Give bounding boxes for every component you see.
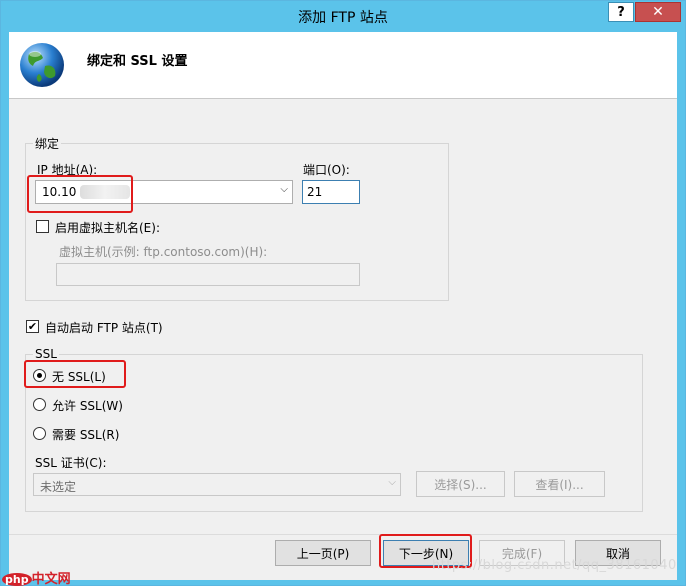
page-title: 绑定和 SSL 设置	[87, 54, 188, 69]
view-certificate-button[interactable]: 查看(I)...	[514, 471, 605, 497]
port-input[interactable]: 21	[302, 180, 360, 204]
chevron-down-icon: ⌵	[388, 477, 396, 488]
previous-button[interactable]: 上一页(P)	[275, 540, 371, 566]
wizard-header: 绑定和 SSL 设置	[9, 32, 677, 99]
binding-group-label: 绑定	[33, 135, 62, 152]
ip-address-label: IP 地址(A):	[37, 163, 98, 177]
redacted-ip-blur	[80, 185, 130, 199]
virtual-host-checkbox-label[interactable]: 启用虚拟主机名(E):	[55, 219, 160, 236]
radio-no-ssl-label[interactable]: 无 SSL(L)	[52, 368, 106, 385]
port-label: 端口(O):	[303, 163, 350, 177]
radio-require-ssl-label[interactable]: 需要 SSL(R)	[52, 426, 119, 443]
globe-icon	[20, 43, 64, 87]
close-button[interactable]: ✕	[635, 2, 681, 22]
ssl-group-label: SSL	[33, 347, 59, 361]
ssl-certificate-value: 未选定	[40, 480, 77, 494]
logo-php: php	[2, 573, 32, 586]
wizard-footer: 上一页(P) 下一步(N) 完成(F) 取消	[9, 534, 677, 580]
wizard-content: 绑定 IP 地址(A): 10.10 ⌵ 端口(O): 21 启用虚拟主机名(E…	[9, 99, 677, 534]
ssl-certificate-select[interactable]: 未选定 ⌵	[33, 473, 401, 496]
radio-allow-ssl-label[interactable]: 允许 SSL(W)	[52, 397, 123, 414]
title-bar[interactable]: 添加 FTP 站点 ? ✕	[1, 1, 685, 31]
logo-cn: 中文网	[31, 572, 71, 587]
watermark-text: https://blog.csdn.net/qq_38161040	[432, 558, 677, 573]
ip-address-select[interactable]: 10.10 ⌵	[35, 180, 293, 204]
add-ftp-site-dialog: 添加 FTP 站点 ? ✕ 绑定和 SSL 设置 绑定 IP 地址(A): 10…	[0, 0, 686, 586]
chevron-down-icon: ⌵	[280, 184, 288, 195]
virtual-host-label: 虚拟主机(示例: ftp.contoso.com)(H):	[59, 245, 268, 259]
checkmark-icon: ✔	[27, 320, 38, 333]
radio-require-ssl[interactable]	[33, 427, 46, 440]
auto-start-checkbox[interactable]: ✔	[26, 320, 39, 333]
ip-address-value: 10.10	[42, 185, 77, 199]
radio-allow-ssl[interactable]	[33, 398, 46, 411]
site-logo: php 中文网	[2, 568, 71, 587]
auto-start-label[interactable]: 自动启动 FTP 站点(T)	[45, 319, 163, 336]
select-certificate-button[interactable]: 选择(S)...	[416, 471, 505, 497]
window-title: 添加 FTP 站点	[298, 10, 388, 26]
ssl-certificate-label: SSL 证书(C):	[35, 456, 107, 470]
virtual-host-checkbox[interactable]	[36, 220, 49, 233]
radio-no-ssl[interactable]	[33, 369, 46, 382]
port-value: 21	[307, 185, 323, 199]
help-button[interactable]: ?	[608, 2, 634, 22]
virtual-host-input[interactable]	[56, 263, 360, 286]
